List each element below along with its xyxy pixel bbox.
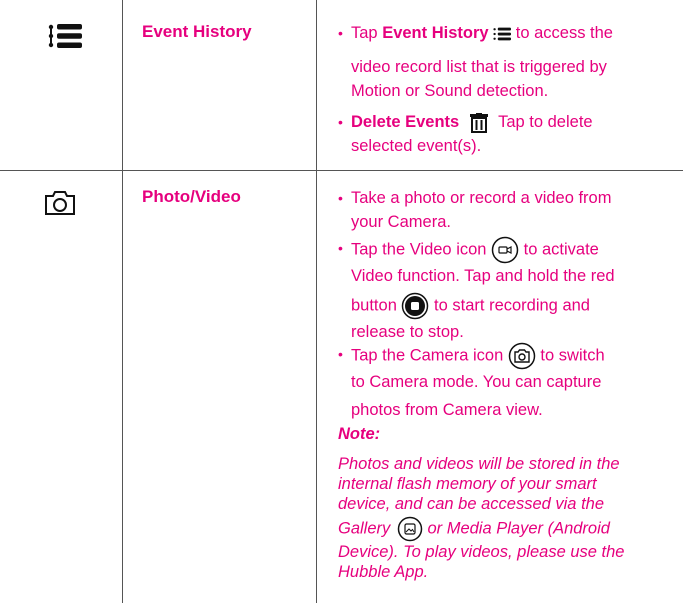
bullet-dot: • <box>338 240 343 256</box>
column-rule-1 <box>122 0 123 603</box>
bullet-dot: • <box>338 346 343 362</box>
row-name-photo-video: Photo/Video <box>142 187 241 206</box>
camera-mode-icon <box>508 342 536 370</box>
note-title: Note: <box>338 425 381 443</box>
bullet-dot: • <box>338 114 343 130</box>
camera-icon <box>44 190 76 221</box>
bullet-photo-video-3: • Tap the Camera icon to switch to Camer… <box>338 342 671 422</box>
trash-icon <box>469 112 488 133</box>
bullet-event-history-1: • Tap Event History to access the video … <box>338 21 671 103</box>
event-history-inline-icon <box>493 27 512 40</box>
manual-page: { "rows": [ { "name": "Event History", "… <box>0 0 683 603</box>
row-divider <box>0 170 683 171</box>
bullet-event-history-2: • Delete Events Tap to delete selected e… <box>338 110 671 158</box>
bullet-photo-video-1: • Take a photo or record a video from yo… <box>338 186 671 234</box>
note-body: Photos and videos will be stored in the … <box>338 455 625 581</box>
record-button-icon <box>402 292 429 320</box>
list-icon <box>48 24 82 53</box>
row-name-event-history: Event History <box>142 22 252 41</box>
column-rule-2 <box>316 0 317 603</box>
bullet-dot: • <box>338 190 343 206</box>
gallery-icon <box>397 516 423 542</box>
bullet-photo-video-2: • Tap the Video icon to activate Video f… <box>338 236 671 344</box>
video-icon <box>491 236 519 264</box>
bullet-dot: • <box>338 25 343 41</box>
